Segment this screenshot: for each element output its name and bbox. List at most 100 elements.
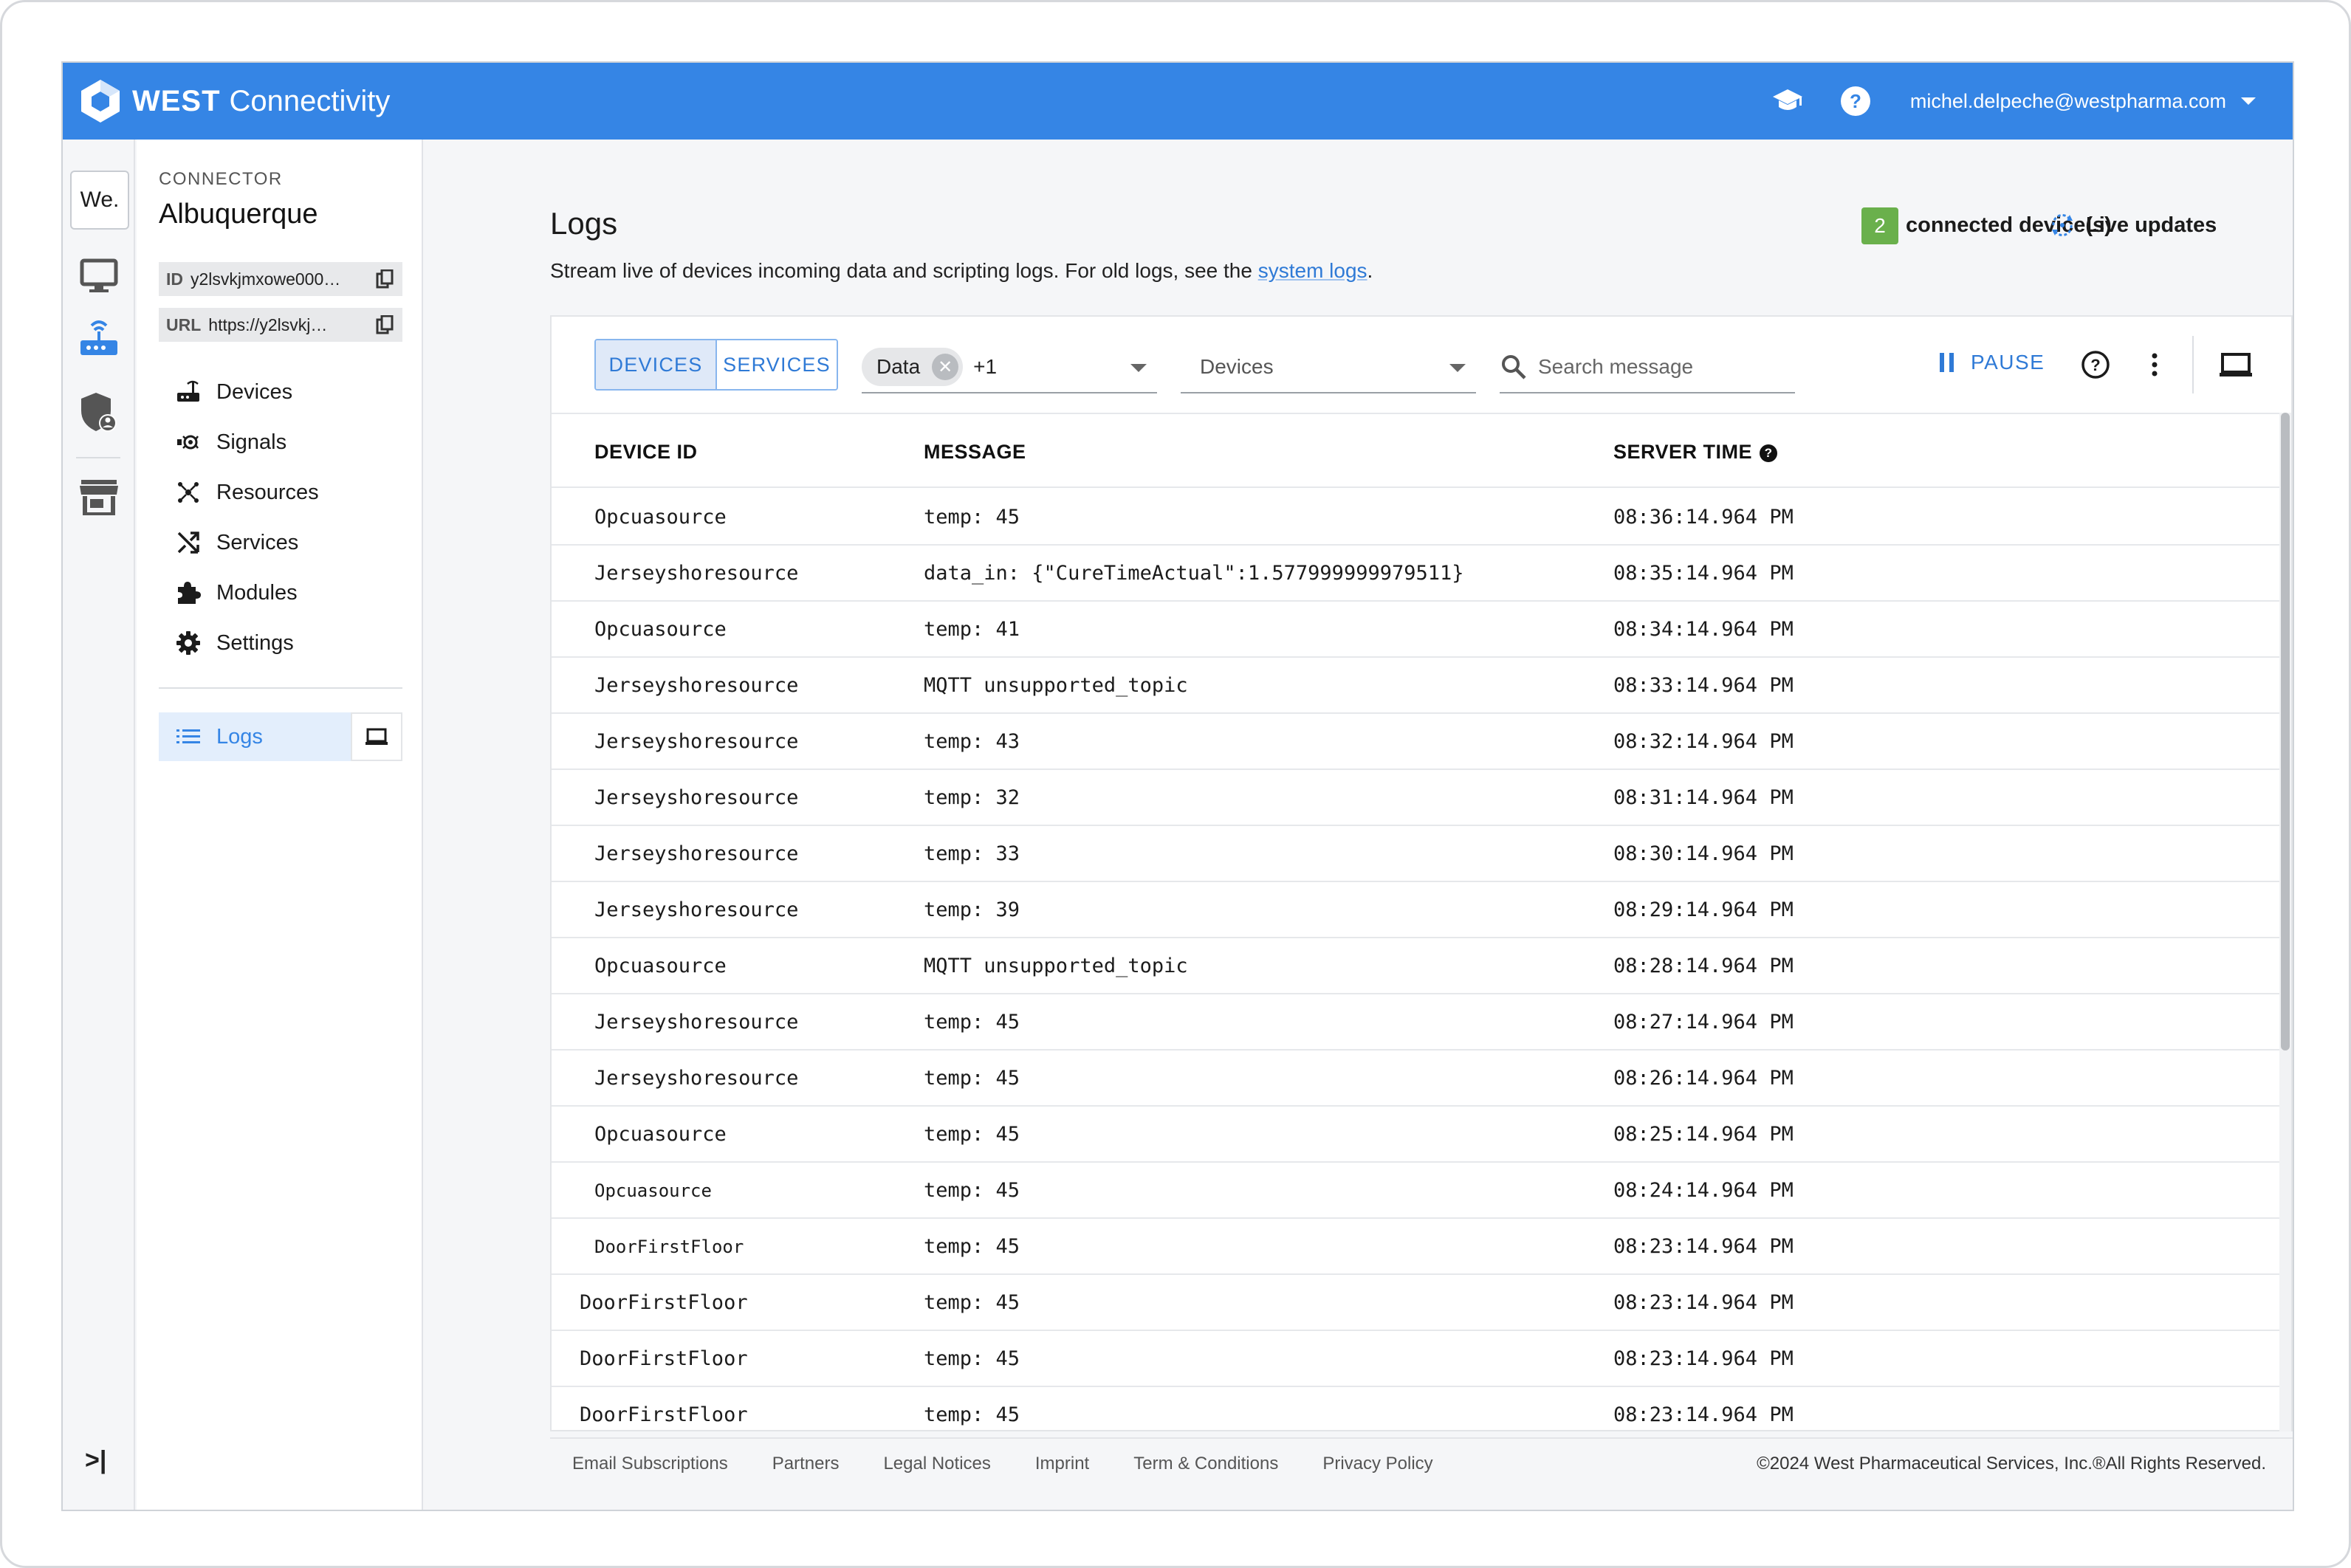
table-row[interactable]: Jerseyshoresource MQTT unsupported_topic 0… — [552, 658, 2291, 714]
system-logs-link[interactable]: system logs — [1258, 259, 1367, 282]
sidebar-item-services[interactable]: Services — [159, 520, 402, 565]
store-icon[interactable] — [78, 476, 120, 519]
table-row[interactable]: Jerseyshoresource temp: 43 08:32:14.964 PM — [552, 714, 2291, 770]
help-circle-icon[interactable]: ? — [2080, 349, 2111, 380]
cell-device: Jerseyshoresource — [594, 674, 799, 697]
devices-select-placeholder: Devices — [1200, 355, 1274, 378]
table-row[interactable]: Opcuasource temp: 41 08:34:14.964 PM — [552, 602, 2291, 658]
sidebar-item-label: Resources — [216, 480, 319, 504]
top-bar: WEST Connectivity ? michel.delpeche@west… — [63, 63, 2293, 140]
page-title: Logs — [550, 206, 618, 241]
logs-toolbar: DEVICES SERVICES Data ✕ +1 Devices Searc… — [552, 317, 2291, 413]
filter-chip-data: Data ✕ — [862, 348, 964, 386]
footer-link-email-subscriptions[interactable]: Email Subscriptions — [572, 1454, 728, 1474]
table-row[interactable]: Jerseyshoresource data_in: {"CureTimeActu… — [552, 546, 2291, 602]
search-message-input[interactable]: Search message — [1500, 342, 1795, 393]
search-icon — [1502, 355, 1526, 379]
column-header-server-time-label: SERVER TIME — [1613, 441, 1753, 463]
monitor-icon[interactable] — [78, 255, 120, 298]
table-row[interactable]: DoorFirstFloor temp: 45 08:23:14.964 PM — [552, 1275, 2291, 1331]
live-updates-toggle[interactable]: Live updates — [2086, 213, 2217, 238]
table-row[interactable]: DoorFirstFloor temp: 45 08:23:14.964 PM — [552, 1331, 2291, 1387]
cell-message: temp: 45 — [924, 1067, 1020, 1090]
cell-time: 08:23:14.964 PM — [1613, 1235, 1794, 1258]
table-row[interactable]: DoorFirstFloor temp: 45 08:23:14.964 PM — [552, 1387, 2291, 1431]
table-row[interactable]: Jerseyshoresource temp: 45 08:26:14.964 PM — [552, 1051, 2291, 1107]
resources-icon — [174, 478, 203, 507]
remove-filter-icon[interactable]: ✕ — [932, 354, 959, 380]
footer-link-imprint[interactable]: Imprint — [1035, 1454, 1089, 1474]
table-row[interactable]: Opcuasource MQTT unsupported_topic 08:28:1… — [552, 938, 2291, 994]
connector-name: Albuquerque — [159, 199, 318, 230]
table-row[interactable]: Opcuasource temp: 45 08:36:14.964 PM — [552, 489, 2291, 546]
cell-time: 08:23:14.964 PM — [1613, 1347, 1794, 1370]
app-rail: We. >| — [63, 140, 135, 1510]
svg-text:?: ? — [1850, 90, 1861, 112]
connector-router-icon[interactable] — [78, 315, 120, 358]
cell-device: Jerseyshoresource — [594, 842, 799, 865]
sidebar-item-modules[interactable]: Modules — [159, 571, 402, 615]
footer-link-privacy[interactable]: Privacy Policy — [1322, 1454, 1432, 1474]
router-icon — [174, 377, 203, 407]
logs-terminal-button[interactable] — [351, 712, 402, 761]
log-type-select[interactable]: Data ✕ +1 — [862, 342, 1157, 393]
window-frame: WEST Connectivity ? michel.delpeche@west… — [0, 0, 2351, 1568]
copy-url-icon[interactable] — [376, 315, 395, 334]
collapse-sidebar-icon[interactable]: >| — [85, 1446, 106, 1475]
brand[interactable]: WEST Connectivity — [79, 78, 390, 124]
table-row[interactable]: Opcuasource temp: 45 08:25:14.964 PM — [552, 1107, 2291, 1163]
tab-services[interactable]: SERVICES — [715, 340, 837, 389]
sidebar-item-devices[interactable]: Devices — [159, 370, 402, 414]
cell-device: Opcuasource — [594, 1123, 727, 1146]
table-row[interactable]: Jerseyshoresource temp: 45 08:27:14.964 PM — [552, 994, 2291, 1051]
sidenav-divider — [159, 687, 402, 689]
footer-link-legal-notices[interactable]: Legal Notices — [883, 1454, 990, 1474]
cell-message: temp: 41 — [924, 618, 1020, 641]
server-time-help-icon[interactable]: ? — [1760, 444, 1778, 462]
pause-label: PAUSE — [1971, 351, 2045, 374]
page-subtitle-text: Stream live of devices incoming data and… — [550, 259, 1258, 282]
column-header-device-id[interactable]: DEVICE ID — [594, 441, 698, 464]
cell-device: Jerseyshoresource — [594, 1067, 799, 1090]
help-icon[interactable]: ? — [1838, 83, 1873, 119]
footer-link-terms[interactable]: Term & Conditions — [1133, 1454, 1278, 1474]
pause-icon — [1940, 353, 1959, 372]
page-footer: Email Subscriptions Partners Legal Notic… — [550, 1437, 2293, 1489]
source-toggle: DEVICES SERVICES — [594, 339, 838, 391]
sidebar-item-signals[interactable]: Signals — [159, 420, 402, 464]
table-row[interactable]: Jerseyshoresource temp: 32 08:31:14.964 PM — [552, 770, 2291, 826]
copy-id-icon[interactable] — [376, 269, 395, 289]
pause-button[interactable]: PAUSE — [1940, 351, 2045, 374]
chevron-down-icon[interactable] — [2241, 97, 2256, 105]
table-scrollbar[interactable] — [2279, 413, 2291, 1431]
connected-count-badge: 2 — [1861, 207, 1898, 244]
column-header-server-time[interactable]: SERVER TIME? — [1613, 441, 1778, 464]
user-menu[interactable]: michel.delpeche@westpharma.com — [1910, 90, 2226, 113]
table-row[interactable]: Jerseyshoresource temp: 39 08:29:14.964 PM — [552, 882, 2291, 938]
column-header-message[interactable]: MESSAGE — [924, 441, 1026, 464]
cell-message: MQTT unsupported_topic — [924, 674, 1188, 697]
west-logo-icon — [81, 80, 120, 123]
scrollbar-thumb[interactable] — [2281, 413, 2290, 1051]
footer-link-partners[interactable]: Partners — [772, 1454, 840, 1474]
more-vert-icon[interactable] — [2139, 349, 2170, 380]
sidebar-item-label: Logs — [216, 724, 263, 749]
sidebar-item-resources[interactable]: Resources — [159, 470, 402, 515]
devices-select[interactable]: Devices — [1181, 342, 1476, 393]
cell-time: 08:35:14.964 PM — [1613, 562, 1794, 585]
cell-time: 08:34:14.964 PM — [1613, 618, 1794, 641]
security-shield-icon[interactable] — [78, 391, 120, 433]
puzzle-icon — [174, 578, 203, 608]
table-row[interactable]: DoorFirstFloor temp: 45 08:23:14.964 PM — [552, 1219, 2291, 1275]
chevron-down-icon — [1130, 364, 1147, 372]
connector-url-field: URL https://y2lsvkj… — [159, 308, 402, 342]
tab-devices[interactable]: DEVICES — [596, 340, 715, 389]
table-row[interactable]: Jerseyshoresource temp: 33 08:30:14.964 PM — [552, 826, 2291, 882]
academy-icon[interactable] — [1770, 83, 1805, 119]
sidebar-item-logs[interactable]: Logs — [159, 712, 351, 761]
sidebar-item-label: Signals — [216, 430, 287, 454]
workspace-button[interactable]: We. — [70, 171, 129, 230]
laptop-icon[interactable] — [2219, 349, 2253, 380]
sidebar-item-settings[interactable]: Settings — [159, 621, 402, 665]
table-row[interactable]: Opcuasource temp: 45 08:24:14.964 PM — [552, 1163, 2291, 1219]
